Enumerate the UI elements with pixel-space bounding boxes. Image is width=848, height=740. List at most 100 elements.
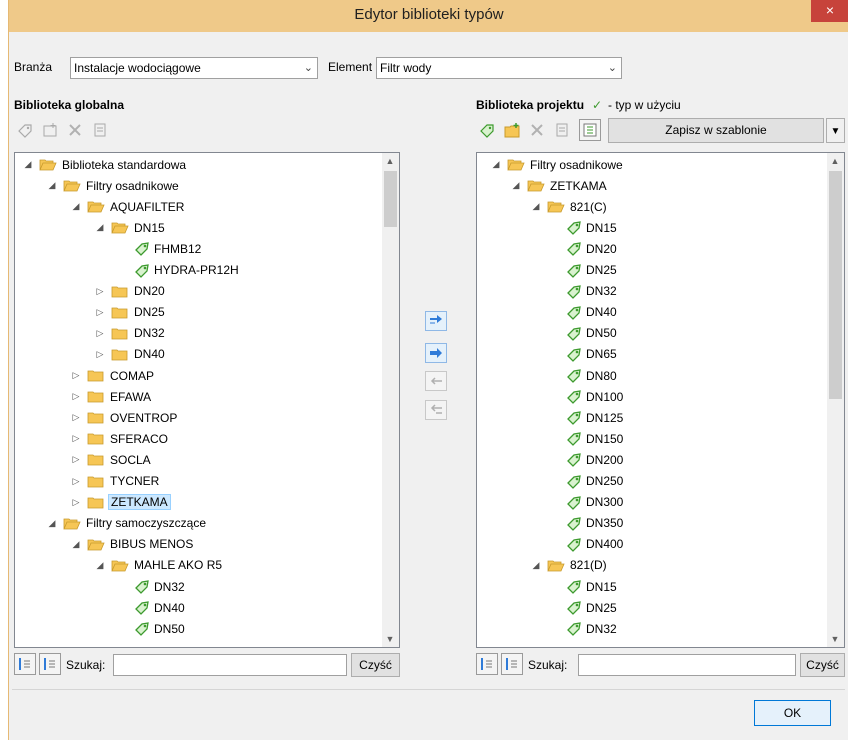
tree-node[interactable]: ◢ 821(D) (531, 556, 609, 575)
tree-node[interactable]: DN20 (551, 239, 619, 258)
new-folder-button[interactable] (39, 119, 61, 141)
new-folder-button-right[interactable] (501, 119, 523, 141)
collapse-all-button-right[interactable] (501, 653, 523, 675)
expanded-arrow-icon[interactable]: ◢ (71, 201, 81, 212)
tree-node[interactable]: ▷ EFAWA (71, 387, 153, 406)
collapsed-arrow-icon[interactable]: ▷ (95, 349, 105, 360)
expanded-arrow-icon[interactable]: ◢ (47, 518, 57, 529)
tree-node[interactable]: DN15 (551, 577, 619, 596)
delete-button-right[interactable] (526, 119, 548, 141)
collapsed-arrow-icon[interactable]: ▷ (71, 497, 81, 508)
scroll-thumb[interactable] (384, 171, 397, 227)
tree-node[interactable]: DN25 (551, 598, 619, 617)
tree-node[interactable]: DN150 (551, 429, 625, 448)
expanded-arrow-icon[interactable]: ◢ (47, 180, 57, 191)
expand-all-button-right[interactable] (476, 653, 498, 675)
tree-node[interactable]: ▷ DN20 (95, 282, 167, 301)
tree-node[interactable]: ▷ COMAP (71, 366, 156, 385)
element-select[interactable]: Filtr wody ⌄ (376, 57, 622, 79)
tree-node[interactable]: ◢ Filtry osadnikowe (491, 155, 625, 174)
collapsed-arrow-icon[interactable]: ▷ (71, 412, 81, 423)
expanded-arrow-icon[interactable]: ◢ (531, 560, 541, 571)
expanded-arrow-icon[interactable]: ◢ (71, 539, 81, 550)
collapsed-arrow-icon[interactable]: ▷ (71, 370, 81, 381)
right-search-input[interactable] (578, 654, 796, 676)
copy-to-global-button[interactable] (425, 371, 447, 391)
tree-node[interactable]: FHMB12 (119, 239, 203, 258)
expanded-arrow-icon[interactable]: ◢ (511, 180, 521, 191)
tree-node[interactable]: ◢ AQUAFILTER (71, 197, 186, 216)
collapse-all-button[interactable] (39, 653, 61, 675)
tree-node[interactable]: HYDRA-PR12H (119, 261, 241, 280)
scroll-down-icon[interactable]: ▼ (382, 634, 398, 644)
expanded-arrow-icon[interactable]: ◢ (95, 560, 105, 571)
ok-button[interactable]: OK (754, 700, 831, 726)
tree-node[interactable]: ▷ SOCLA (71, 450, 153, 469)
tree-node[interactable]: ▷ SFERACO (71, 429, 170, 448)
copy-all-to-project-button[interactable] (425, 311, 447, 331)
properties-button-right[interactable] (551, 119, 573, 141)
tree-node[interactable]: DN50 (119, 619, 187, 638)
tree-node[interactable]: ◢ 821(C) (531, 197, 609, 216)
tree-node[interactable]: ▷ ZETKAMA (71, 493, 171, 512)
tree-node[interactable]: ◢ MAHLE AKO R5 (95, 556, 224, 575)
tree-node[interactable]: DN400 (551, 535, 625, 554)
tree-node[interactable]: ◢ Filtry osadnikowe (47, 176, 181, 195)
tree-node[interactable]: DN100 (551, 387, 625, 406)
tree-node[interactable]: DN65 (551, 345, 619, 364)
tree-node[interactable]: DN300 (551, 493, 625, 512)
tree-node[interactable]: ◢ Biblioteka standardowa (23, 155, 188, 174)
tree-node[interactable]: ◢ DN15 (95, 218, 167, 237)
tree-node[interactable]: ◢ BIBUS MENOS (71, 535, 195, 554)
vertical-scrollbar[interactable]: ▲ ▼ (827, 153, 844, 647)
global-library-tree[interactable]: ◢ Biblioteka standardowa ◢ Filtry osadnikow… (14, 152, 400, 648)
collapsed-arrow-icon[interactable]: ▷ (71, 391, 81, 402)
copy-all-to-global-button[interactable] (425, 400, 447, 420)
tree-node[interactable]: ▷ OVENTROP (71, 408, 179, 427)
collapsed-arrow-icon[interactable]: ▷ (95, 286, 105, 297)
edit-type-button[interactable] (14, 119, 36, 141)
tree-node[interactable]: ▷ DN32 (95, 324, 167, 343)
tree-node[interactable]: DN15 (551, 218, 619, 237)
close-button[interactable]: × (811, 0, 848, 22)
edit-type-button-right[interactable] (476, 119, 498, 141)
tree-node[interactable]: ▷ DN40 (95, 345, 167, 364)
collapsed-arrow-icon[interactable]: ▷ (71, 476, 81, 487)
collapsed-arrow-icon[interactable]: ▷ (95, 307, 105, 318)
tree-node[interactable]: DN125 (551, 408, 625, 427)
scroll-down-icon[interactable]: ▼ (827, 634, 843, 644)
tree-node[interactable]: DN32 (551, 619, 619, 638)
scroll-thumb[interactable] (829, 171, 842, 399)
tree-node[interactable]: DN50 (551, 324, 619, 343)
tree-node[interactable]: DN250 (551, 472, 625, 491)
scroll-up-icon[interactable]: ▲ (382, 156, 398, 166)
tree-node[interactable]: DN32 (119, 577, 187, 596)
expand-all-button[interactable] (14, 653, 36, 675)
save-dropdown-button[interactable]: ▼ (826, 118, 845, 143)
branza-select[interactable]: Instalacje wodociągowe ⌄ (70, 57, 318, 79)
project-library-tree[interactable]: ◢ Filtry osadnikowe ◢ ZETKAMA ◢ 821(C) DN15 DN2… (476, 152, 845, 648)
tree-node[interactable]: ◢ ZETKAMA (511, 176, 609, 195)
expanded-arrow-icon[interactable]: ◢ (23, 159, 33, 170)
expanded-arrow-icon[interactable]: ◢ (491, 159, 501, 170)
expanded-arrow-icon[interactable]: ◢ (531, 201, 541, 212)
tree-node[interactable]: DN350 (551, 514, 625, 533)
tree-node[interactable]: ▷ TYCNER (71, 472, 161, 491)
vertical-scrollbar[interactable]: ▲ ▼ (382, 153, 399, 647)
tree-node[interactable]: DN40 (119, 598, 187, 617)
tree-node[interactable]: ▷ DN25 (95, 303, 167, 322)
sort-button[interactable] (579, 119, 601, 141)
save-in-template-button[interactable]: Zapisz w szablonie (608, 118, 824, 143)
copy-to-project-button[interactable] (425, 343, 447, 363)
tree-node[interactable]: DN200 (551, 450, 625, 469)
tree-node[interactable]: DN25 (551, 261, 619, 280)
left-search-input[interactable] (113, 654, 347, 676)
tree-node[interactable]: DN80 (551, 366, 619, 385)
expanded-arrow-icon[interactable]: ◢ (95, 222, 105, 233)
left-clear-button[interactable]: Czyść (351, 653, 400, 677)
collapsed-arrow-icon[interactable]: ▷ (71, 454, 81, 465)
tree-node[interactable]: DN32 (551, 282, 619, 301)
collapsed-arrow-icon[interactable]: ▷ (71, 433, 81, 444)
collapsed-arrow-icon[interactable]: ▷ (95, 328, 105, 339)
scroll-up-icon[interactable]: ▲ (827, 156, 843, 166)
